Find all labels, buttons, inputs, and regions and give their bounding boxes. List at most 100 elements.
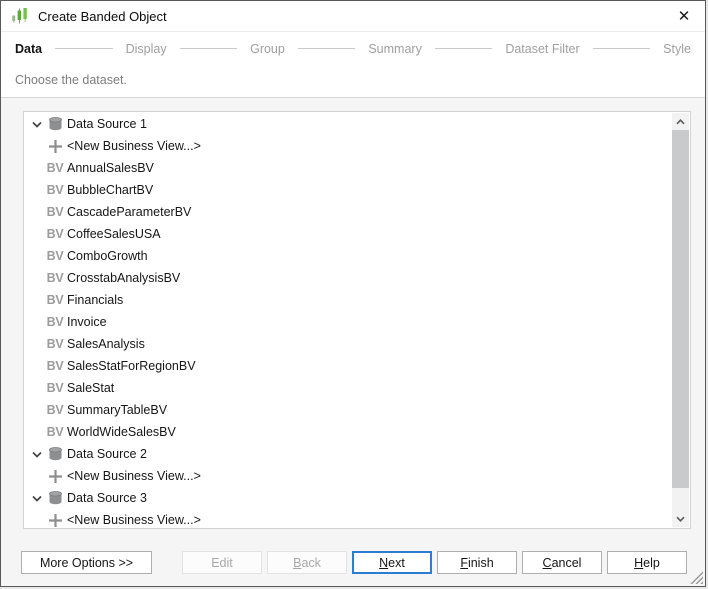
tree-node-business-view[interactable]: BV Invoice [25,311,672,333]
database-icon [45,117,65,131]
tree-node-business-view[interactable]: BV ComboGrowth [25,245,672,267]
tree-node-label: BubbleChartBV [67,183,154,197]
tree-node-business-view[interactable]: BV CascadeParameterBV [25,201,672,223]
tree-node-label: WorldWideSalesBV [67,425,176,439]
bv-icon: BV [45,250,65,263]
cancel-button[interactable]: Cancel [522,551,602,574]
database-icon [45,491,65,505]
bv-icon-text: BV [46,248,64,263]
bv-icon-text: BV [46,424,64,439]
bv-icon: BV [45,294,65,307]
step-group[interactable]: Group [250,42,285,56]
tree-node-business-view[interactable]: BV SaleStat [25,377,672,399]
dataset-listbox: Data Source 1 <New Business View...> BV Ann… [23,111,691,529]
bv-icon: BV [45,338,65,351]
step-style[interactable]: Style [663,42,691,56]
tree-node-new-business-view[interactable]: <New Business View...> [25,135,672,157]
tree-node-label: ComboGrowth [67,249,148,263]
create-banded-object-dialog: Create Banded Object ✕ Data Display Grou… [0,0,706,587]
vertical-scrollbar[interactable] [672,113,689,527]
window-title: Create Banded Object [38,8,167,24]
tree-node-label: AnnualSalesBV [67,161,154,175]
finish-button[interactable]: Finish [437,551,517,574]
more-options-button[interactable]: More Options >> [21,551,152,574]
tree-node-business-view[interactable]: BV Financials [25,289,672,311]
bv-icon-text: BV [46,358,64,373]
wizard-stepper: Data Display Group Summary Dataset Filte… [1,32,705,65]
step-display[interactable]: Display [126,42,167,56]
tree-node-label: CrosstabAnalysisBV [67,271,181,285]
tree-node-label: <New Business View...> [67,513,201,527]
button-bar: More Options >> Edit Back Next Finish Ca… [21,551,687,574]
bv-icon-text: BV [46,182,64,197]
next-button[interactable]: Next [352,551,432,574]
tree-node-business-view[interactable]: BV SummaryTableBV [25,399,672,421]
bv-icon: BV [45,206,65,219]
help-button[interactable]: Help [607,551,687,574]
bv-icon: BV [45,272,65,285]
tree-node-label: Data Source 2 [67,447,147,461]
scroll-up-button[interactable] [672,113,689,130]
tree-node-data-source[interactable]: Data Source 1 [25,113,672,135]
bv-icon-text: BV [46,160,64,175]
bv-icon-text: BV [46,226,64,241]
step-data[interactable]: Data [15,42,42,56]
tree-node-label: <New Business View...> [67,139,201,153]
action-buttons: Edit Back Next Finish Cancel Help [182,551,687,574]
bv-icon: BV [45,426,65,439]
tree-node-label: SaleStat [67,381,115,395]
title-bar: Create Banded Object ✕ [1,1,705,32]
tree-node-label: SalesAnalysis [67,337,145,351]
dialog-body: Data Source 1 <New Business View...> BV Ann… [1,99,705,586]
bv-icon-text: BV [46,336,64,351]
tree-node-business-view[interactable]: BV CrosstabAnalysisBV [25,267,672,289]
bv-icon: BV [45,228,65,241]
tree-node-label: SummaryTableBV [67,403,168,417]
tree-node-label: Financials [67,293,124,307]
tree-node-business-view[interactable]: BV WorldWideSalesBV [25,421,672,443]
stepper-connector [592,48,651,49]
dataset-tree: Data Source 1 <New Business View...> BV Ann… [25,113,672,527]
scrollbar-thumb[interactable] [672,130,689,488]
prompt-text: Choose the dataset. [15,73,127,87]
tree-node-business-view[interactable]: BV SalesAnalysis [25,333,672,355]
step-dataset-filter[interactable]: Dataset Filter [505,42,579,56]
tree-node-business-view[interactable]: BV AnnualSalesBV [25,157,672,179]
stepper-connector [297,48,356,49]
edit-button: Edit [182,551,262,574]
bv-icon-text: BV [46,380,64,395]
tree-node-label: Data Source 1 [67,117,147,131]
tree-node-label: CoffeeSalesUSA [67,227,161,241]
bv-icon: BV [45,382,65,395]
tree-node-business-view[interactable]: BV SalesStatForRegionBV [25,355,672,377]
chevron-down-icon [29,451,45,458]
tree-node-label: CascadeParameterBV [67,205,192,219]
tree-node-data-source[interactable]: Data Source 2 [25,443,672,465]
chevron-down-icon [29,495,45,502]
close-icon[interactable]: ✕ [673,5,695,27]
bv-icon-text: BV [46,204,64,219]
tree-node-new-business-view[interactable]: <New Business View...> [25,465,672,487]
app-icon [11,7,29,25]
step-summary[interactable]: Summary [368,42,421,56]
bv-icon: BV [45,184,65,197]
stepper-connector [55,48,113,49]
stepper-connector [179,48,238,49]
tree-node-business-view[interactable]: BV CoffeeSalesUSA [25,223,672,245]
plus-icon [45,139,65,154]
back-button: Back [267,551,347,574]
tree-node-business-view[interactable]: BV BubbleChartBV [25,179,672,201]
scroll-down-button[interactable] [672,510,689,527]
bv-icon: BV [45,162,65,175]
plus-icon [45,469,65,484]
tree-node-label: <New Business View...> [67,469,201,483]
bv-icon-text: BV [46,402,64,417]
chevron-down-icon [29,121,45,128]
plus-icon [45,513,65,528]
tree-node-new-business-view[interactable]: <New Business View...> [25,509,672,527]
bv-icon-text: BV [46,314,64,329]
bv-icon: BV [45,316,65,329]
tree-node-data-source[interactable]: Data Source 3 [25,487,672,509]
stepper-connector [434,48,493,49]
bv-icon-text: BV [46,270,64,285]
